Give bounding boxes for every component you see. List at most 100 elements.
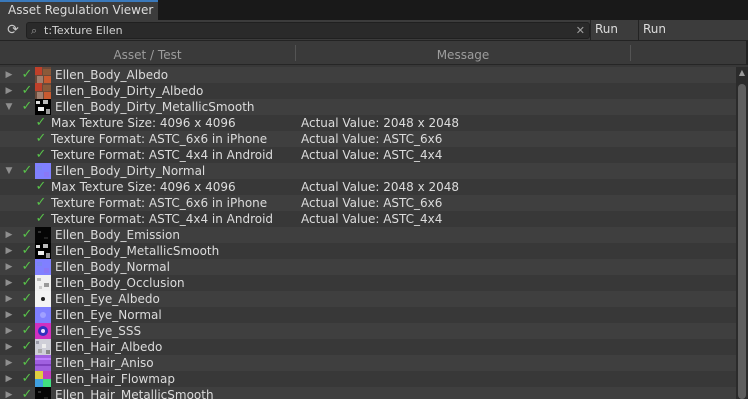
pass-check-icon: ✓ bbox=[21, 163, 33, 178]
chevron-right-icon[interactable]: ▶ bbox=[4, 227, 14, 243]
texture-thumbnail bbox=[35, 243, 51, 259]
run-all-button[interactable]: Run All bbox=[590, 20, 638, 55]
pass-check-icon: ✓ bbox=[21, 243, 33, 258]
chevron-right-icon[interactable]: ▶ bbox=[4, 339, 14, 355]
test-message: Actual Value: ASTC_4x4 bbox=[301, 212, 443, 226]
chevron-right-icon[interactable]: ▶ bbox=[4, 291, 14, 307]
asset-name: Ellen_Hair_Albedo bbox=[55, 340, 163, 354]
texture-thumbnail bbox=[35, 275, 51, 291]
test-name: Texture Format: ASTC_4x4 in Android bbox=[51, 148, 274, 162]
pass-check-icon: ✓ bbox=[35, 211, 47, 226]
asset-row[interactable]: ▶ ✓ Ellen_Hair_Albedo bbox=[0, 339, 736, 355]
asset-row[interactable]: ▶ ✓ Ellen_Eye_Normal bbox=[0, 307, 736, 323]
chevron-right-icon[interactable]: ▶ bbox=[4, 275, 14, 291]
column-message[interactable]: Message bbox=[296, 41, 630, 65]
chevron-right-icon[interactable]: ▶ bbox=[4, 83, 14, 99]
asset-row[interactable]: ▶ ✓ Ellen_Body_Emission bbox=[0, 227, 736, 243]
pass-check-icon: ✓ bbox=[21, 339, 33, 354]
chevron-right-icon[interactable]: ▶ bbox=[4, 355, 14, 371]
chevron-right-icon[interactable]: ▶ bbox=[4, 243, 14, 259]
asset-row[interactable]: ▶ ✓ Ellen_Body_Occlusion bbox=[0, 275, 736, 291]
chevron-right-icon[interactable]: ▶ bbox=[4, 323, 14, 339]
tab-bar: Asset Regulation Viewer bbox=[0, 0, 748, 20]
search-input[interactable] bbox=[44, 23, 574, 38]
test-row[interactable]: ✓ Texture Format: ASTC_6x6 in iPhone Actua… bbox=[0, 131, 736, 147]
asset-row[interactable]: ▶ ✓ Ellen_Hair_MetallicSmooth bbox=[0, 387, 736, 399]
scrollbar-thumb[interactable] bbox=[738, 84, 746, 399]
test-row[interactable]: ✓ Texture Format: ASTC_6x6 in iPhone Actua… bbox=[0, 195, 736, 211]
asset-name: Ellen_Body_Emission bbox=[55, 228, 180, 242]
test-message: Actual Value: ASTC_6x6 bbox=[301, 132, 443, 146]
asset-name: Ellen_Eye_Albedo bbox=[55, 292, 160, 306]
texture-thumbnail bbox=[35, 307, 51, 323]
asset-row[interactable]: ▶ ✓ Ellen_Body_MetallicSmooth bbox=[0, 243, 736, 259]
pass-check-icon: ✓ bbox=[21, 227, 33, 242]
asset-name: Ellen_Hair_Flowmap bbox=[55, 372, 175, 386]
asset-row[interactable]: ▼ ✓ Ellen_Body_Dirty_Normal bbox=[0, 163, 736, 179]
search-box: ⌕ ✕ bbox=[26, 22, 590, 39]
pass-check-icon: ✓ bbox=[21, 387, 33, 399]
asset-row[interactable]: ▶ ✓ Ellen_Body_Albedo bbox=[0, 67, 736, 83]
chevron-right-icon[interactable]: ▶ bbox=[4, 259, 14, 275]
asset-row[interactable]: ▶ ✓ Ellen_Eye_SSS bbox=[0, 323, 736, 339]
chevron-right-icon[interactable]: ▶ bbox=[4, 307, 14, 323]
texture-thumbnail bbox=[35, 67, 51, 83]
texture-thumbnail bbox=[35, 227, 51, 243]
chevron-right-icon[interactable]: ▶ bbox=[4, 67, 14, 83]
asset-name: Ellen_Body_Albedo bbox=[55, 68, 169, 82]
pass-check-icon: ✓ bbox=[21, 291, 33, 306]
test-name: Texture Format: ASTC_4x4 in Android bbox=[51, 212, 274, 226]
chevron-down-icon[interactable]: ▼ bbox=[4, 163, 14, 179]
pass-check-icon: ✓ bbox=[21, 307, 33, 322]
texture-thumbnail bbox=[35, 387, 51, 399]
chevron-right-icon[interactable]: ▶ bbox=[4, 387, 14, 399]
pass-check-icon: ✓ bbox=[35, 147, 47, 162]
asset-row[interactable]: ▶ ✓ Ellen_Hair_Aniso bbox=[0, 355, 736, 371]
texture-thumbnail bbox=[35, 355, 51, 371]
texture-thumbnail bbox=[35, 339, 51, 355]
asset-row[interactable]: ▶ ✓ Ellen_Body_Dirty_Albedo bbox=[0, 83, 736, 99]
test-message: Actual Value: 2048 x 2048 bbox=[301, 180, 460, 194]
toolbar: ⟳ ⌕ ✕ Run All Run Selected bbox=[0, 20, 748, 55]
refresh-icon[interactable]: ⟳ bbox=[5, 22, 21, 38]
pass-check-icon: ✓ bbox=[21, 259, 33, 274]
column-asset-test[interactable]: Asset / Test bbox=[0, 41, 295, 65]
asset-row[interactable]: ▶ ✓ Ellen_Hair_Flowmap bbox=[0, 371, 736, 387]
column-header: Asset / Test Message bbox=[0, 41, 748, 65]
test-message: Actual Value: ASTC_4x4 bbox=[301, 148, 443, 162]
asset-name: Ellen_Body_MetallicSmooth bbox=[55, 244, 220, 258]
run-selected-button[interactable]: Run Selected bbox=[638, 20, 724, 55]
test-row[interactable]: ✓ Max Texture Size: 4096 x 4096 Actual Val… bbox=[0, 179, 736, 195]
test-row[interactable]: ✓ Max Texture Size: 4096 x 4096 Actual Val… bbox=[0, 115, 736, 131]
test-name: Max Texture Size: 4096 x 4096 bbox=[51, 180, 236, 194]
chevron-right-icon[interactable]: ▶ bbox=[4, 371, 14, 387]
texture-thumbnail bbox=[35, 99, 51, 115]
test-name: Texture Format: ASTC_6x6 in iPhone bbox=[51, 132, 268, 146]
chevron-down-icon[interactable]: ▼ bbox=[4, 99, 14, 115]
asset-row[interactable]: ▶ ✓ Ellen_Body_Normal bbox=[0, 259, 736, 275]
tab-asset-regulation-viewer[interactable]: Asset Regulation Viewer bbox=[0, 0, 158, 20]
close-icon[interactable]: ✕ bbox=[576, 23, 585, 38]
test-row[interactable]: ✓ Texture Format: ASTC_4x4 in Android Actu… bbox=[0, 211, 736, 227]
asset-row[interactable]: ▼ ✓ Ellen_Body_Dirty_MetallicSmooth bbox=[0, 99, 736, 115]
asset-name: Ellen_Body_Dirty_Normal bbox=[55, 164, 206, 178]
column-divider[interactable] bbox=[630, 45, 631, 61]
asset-name: Ellen_Eye_Normal bbox=[55, 308, 162, 322]
asset-row[interactable]: ▶ ✓ Ellen_Eye_Albedo bbox=[0, 291, 736, 307]
asset-name: Ellen_Hair_MetallicSmooth bbox=[55, 388, 214, 399]
texture-thumbnail bbox=[35, 259, 51, 275]
texture-thumbnail bbox=[35, 83, 51, 99]
vertical-scrollbar[interactable]: ▲ bbox=[736, 67, 748, 399]
asset-name: Ellen_Eye_SSS bbox=[55, 324, 142, 338]
test-message: Actual Value: 2048 x 2048 bbox=[301, 116, 460, 130]
scroll-up-arrow-icon[interactable]: ▲ bbox=[736, 67, 748, 79]
test-row[interactable]: ✓ Texture Format: ASTC_4x4 in Android Actu… bbox=[0, 147, 736, 163]
asset-name: Ellen_Body_Occlusion bbox=[55, 276, 185, 290]
asset-name: Ellen_Body_Normal bbox=[55, 260, 170, 274]
asset-name: Ellen_Body_Dirty_MetallicSmooth bbox=[55, 100, 255, 114]
pass-check-icon: ✓ bbox=[35, 179, 47, 194]
pass-check-icon: ✓ bbox=[35, 115, 47, 130]
texture-thumbnail bbox=[35, 371, 51, 387]
texture-thumbnail bbox=[35, 323, 51, 339]
texture-thumbnail bbox=[35, 291, 51, 307]
